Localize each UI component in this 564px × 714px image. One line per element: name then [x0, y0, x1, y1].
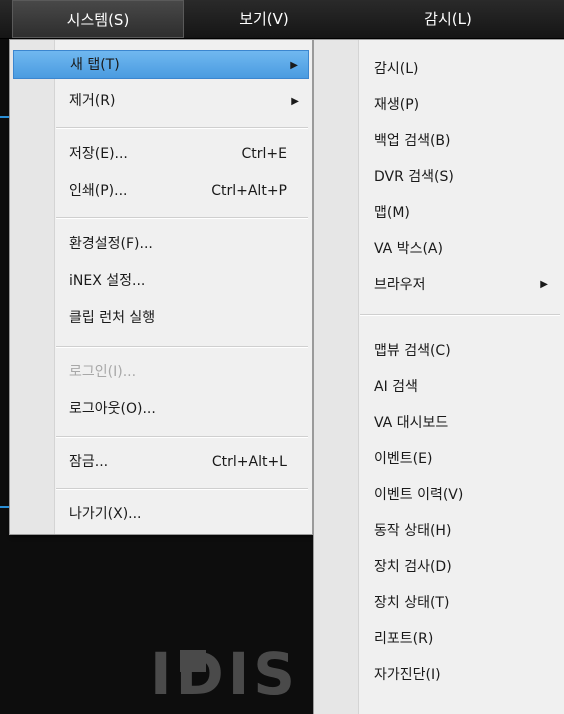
menu-item-new-tab[interactable]: 새 탭(T) ▶ [13, 50, 309, 79]
submenu-item-label: 이벤트(E) [374, 451, 433, 467]
menu-item-login: 로그인(I)... [13, 358, 309, 387]
menu-item-label: 로그아웃(O)... [69, 401, 156, 417]
submenu-item-label: 자가진단(I) [374, 667, 441, 683]
menu-item-label: 인쇄(P)... [69, 183, 128, 199]
submenu-item-label: 브라우저 [374, 277, 426, 293]
submenu-item-label: 백업 검색(B) [374, 133, 451, 149]
menu-separator [56, 127, 308, 129]
menu-item-exit[interactable]: 나가기(X)... [13, 500, 309, 529]
submenu-item-label: VA 박스(A) [374, 241, 443, 257]
submenu-item-self-diagnosis[interactable]: 자가진단(I) [316, 658, 562, 692]
submenu-item-label: 재생(P) [374, 97, 420, 113]
submenu-item-label: 이벤트 이력(V) [374, 487, 464, 503]
submenu-item-monitor[interactable]: 감시(L) [316, 52, 562, 86]
submenu-item-va-box[interactable]: VA 박스(A) [316, 232, 562, 266]
menu-item-label: 클립 런처 실행 [69, 310, 156, 326]
submenu-arrow-icon: ▶ [291, 96, 299, 107]
menu-system[interactable]: 시스템(S) [12, 0, 184, 38]
menu-item-label: 새 탭(T) [70, 57, 120, 73]
submenu-item-dvr-search[interactable]: DVR 검색(S) [316, 160, 562, 194]
submenu-item-operation-status[interactable]: 동작 상태(H) [316, 514, 562, 548]
menu-bar: 시스템(S) 보기(V) 감시(L) [0, 0, 564, 39]
brand-logo: IDIS [150, 640, 300, 708]
menu-monitor[interactable]: 감시(L) [360, 0, 536, 38]
submenu-item-browser[interactable]: 브라우저 ▶ [316, 268, 562, 302]
menu-item-label: 제거(R) [69, 93, 116, 109]
menu-separator [360, 314, 560, 316]
shortcut-label: Ctrl+E [241, 146, 288, 162]
submenu-item-label: 장치 검사(D) [374, 559, 452, 575]
submenu-arrow-icon: ▶ [540, 279, 548, 290]
submenu-item-ai-search[interactable]: AI 검색 [316, 370, 562, 404]
submenu-item-device-status[interactable]: 장치 상태(T) [316, 586, 562, 620]
submenu-item-label: 장치 상태(T) [374, 595, 450, 611]
menu-item-print[interactable]: 인쇄(P)... Ctrl+Alt+P [13, 177, 309, 206]
menu-item-remove[interactable]: 제거(R) ▶ [13, 87, 309, 116]
submenu-item-label: VA 대시보드 [374, 415, 449, 431]
shortcut-label: Ctrl+Alt+P [211, 183, 287, 199]
submenu-item-backup-search[interactable]: 백업 검색(B) [316, 124, 562, 158]
system-menu: 새 탭(T) ▶ 제거(R) ▶ 저장(E)... Ctrl+E 인쇄(P)..… [9, 39, 313, 535]
menu-separator [56, 217, 308, 219]
menu-view[interactable]: 보기(V) [205, 0, 323, 38]
menu-item-label: 환경설정(F)... [69, 236, 153, 252]
menu-item-lock[interactable]: 잠금... Ctrl+Alt+L [13, 448, 309, 477]
submenu-arrow-icon: ▶ [290, 60, 298, 71]
submenu-item-playback[interactable]: 재생(P) [316, 88, 562, 122]
menu-item-logout[interactable]: 로그아웃(O)... [13, 395, 309, 424]
menu-separator [56, 436, 308, 438]
menu-item-label: iNEX 설정... [69, 273, 146, 289]
menu-item-label: 저장(E)... [69, 146, 128, 162]
menu-item-inex-settings[interactable]: iNEX 설정... [13, 267, 309, 296]
submenu-item-label: DVR 검색(S) [374, 169, 454, 185]
submenu-item-label: 리포트(R) [374, 631, 434, 647]
menu-separator [56, 346, 308, 348]
submenu-item-event-history[interactable]: 이벤트 이력(V) [316, 478, 562, 512]
submenu-item-mapview-search[interactable]: 맵뷰 검색(C) [316, 334, 562, 368]
menu-separator [56, 488, 308, 490]
side-marker [0, 116, 9, 118]
submenu-item-report[interactable]: 리포트(R) [316, 622, 562, 656]
side-marker [0, 506, 9, 508]
submenu-item-label: 맵뷰 검색(C) [374, 343, 451, 359]
submenu-item-event[interactable]: 이벤트(E) [316, 442, 562, 476]
submenu-item-device-check[interactable]: 장치 검사(D) [316, 550, 562, 584]
menu-item-settings[interactable]: 환경설정(F)... [13, 230, 309, 259]
submenu-item-va-dashboard[interactable]: VA 대시보드 [316, 406, 562, 440]
submenu-item-map[interactable]: 맵(M) [316, 196, 562, 230]
submenu-item-label: 감시(L) [374, 61, 419, 77]
shortcut-label: Ctrl+Alt+L [211, 454, 287, 470]
submenu-item-label: 동작 상태(H) [374, 523, 452, 539]
menu-item-clip-launcher[interactable]: 클립 런처 실행 [13, 304, 309, 333]
menu-item-label: 잠금... [69, 454, 109, 470]
submenu-item-label: AI 검색 [374, 379, 418, 395]
menu-item-label: 나가기(X)... [69, 506, 142, 522]
submenu-item-label: 맵(M) [374, 205, 410, 221]
menu-item-save[interactable]: 저장(E)... Ctrl+E [13, 140, 309, 169]
menu-item-label: 로그인(I)... [69, 364, 137, 380]
new-tab-submenu: 감시(L) 재생(P) 백업 검색(B) DVR 검색(S) 맵(M) VA 박… [313, 39, 564, 714]
